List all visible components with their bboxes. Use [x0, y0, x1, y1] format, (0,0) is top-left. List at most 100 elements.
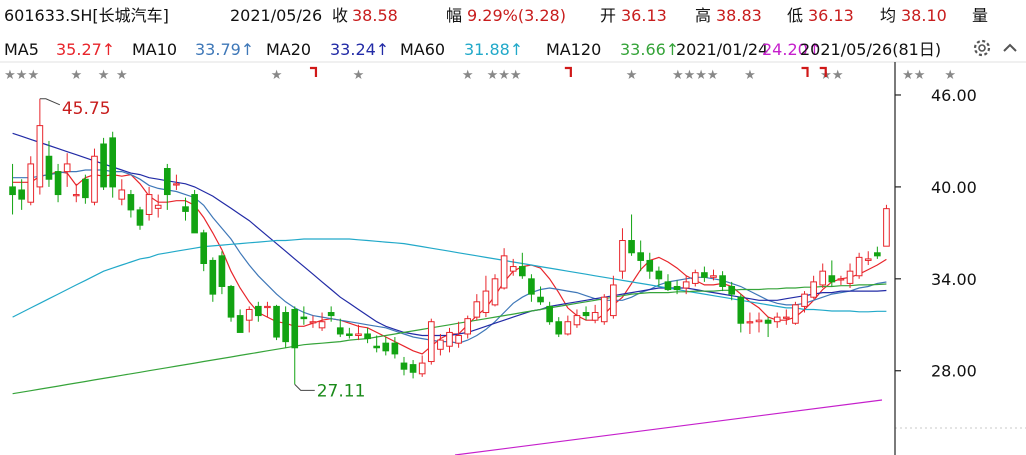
candle-body: [755, 319, 763, 323]
range-text: 2021/05/26(81日): [800, 40, 941, 59]
candle-body: [792, 304, 799, 324]
candle: [883, 204, 890, 247]
candle: [382, 337, 390, 356]
candle: [54, 163, 62, 203]
candle: [191, 189, 198, 234]
candle: [691, 269, 699, 287]
candle: [564, 315, 572, 336]
candle-body: [491, 278, 499, 306]
candle: [555, 317, 563, 338]
candle-body: [482, 290, 490, 314]
gear-icon[interactable]: [973, 39, 991, 57]
candle-body: [701, 272, 708, 278]
low-price-label: 27.11: [317, 381, 366, 401]
candle-body: [346, 333, 353, 337]
candle-body: [327, 312, 335, 317]
candle: [782, 309, 790, 325]
candle: [200, 229, 208, 272]
low-value: 36.13: [808, 6, 854, 25]
candle: [300, 306, 308, 325]
y-tick-label: 40.00: [931, 178, 977, 197]
ma120-label: MA120: [546, 40, 601, 59]
candle-body: [591, 312, 599, 321]
candle: [45, 140, 53, 187]
candle: [245, 306, 253, 333]
candle: [610, 275, 617, 319]
candle: [427, 318, 435, 365]
ma-legend-bar: MA5 35.27↑ MA10 33.79↑ MA20 33.24↑ MA60 …: [4, 39, 1017, 59]
candle: [591, 304, 599, 324]
candle-body: [400, 362, 408, 370]
ma20-label: MA20: [266, 40, 311, 59]
y-tick-label: 34.00: [931, 270, 977, 289]
star-mark: ★: [70, 68, 82, 83]
candle-body: [664, 281, 672, 291]
candle-body: [746, 321, 754, 324]
candle: [282, 306, 289, 348]
avg-value: 38.10: [901, 6, 947, 25]
chevron-up-icon[interactable]: [1003, 43, 1017, 52]
open-value: 36.13: [621, 6, 667, 25]
star-mark: ★★★★: [672, 68, 719, 83]
candle-body: [737, 296, 745, 324]
candle: [846, 263, 854, 289]
candle: [127, 189, 135, 218]
candle-body: [646, 259, 654, 272]
candle: [109, 131, 117, 198]
candle-body: [36, 125, 44, 188]
candle-body: [200, 232, 208, 264]
candle: [755, 312, 763, 333]
ma-line-ma10: [12, 169, 887, 344]
flag-mark: [309, 66, 318, 77]
candle: [100, 137, 107, 190]
candle-body: [546, 305, 553, 323]
star-mark: ★★: [820, 68, 843, 83]
candle-body: [846, 270, 854, 284]
candle-body: [864, 258, 872, 261]
candle-body: [764, 319, 772, 324]
candle: [600, 294, 608, 325]
candle-body: [682, 281, 690, 289]
candle: [82, 174, 89, 204]
high-label: 高: [695, 6, 711, 25]
candle-body: [291, 308, 299, 349]
ma5-value: 35.27↑: [56, 40, 115, 59]
candle-body: [309, 321, 317, 324]
ma20-value: 33.24↑: [330, 40, 389, 59]
candle: [318, 312, 326, 331]
candle: [491, 274, 499, 307]
candle: [819, 263, 827, 289]
candle: [855, 252, 863, 279]
star-mark: ★: [744, 68, 756, 83]
flag-mark: [564, 66, 572, 77]
candle-body: [728, 285, 736, 295]
candle-body: [27, 163, 35, 203]
ma-lines: [12, 132, 887, 455]
candle: [473, 294, 481, 321]
candle: [655, 266, 663, 287]
star-mark: ★★★: [4, 68, 39, 83]
candle: [746, 312, 754, 334]
candle: [273, 304, 280, 341]
candle-body: [18, 189, 25, 200]
stock-chart: 601633.SH[长城汽车] 2021/05/26 收 38.58 幅 9.2…: [0, 6, 1026, 455]
ma60-value: 31.88↑: [464, 40, 523, 59]
candle-body: [446, 331, 453, 347]
candle-body: [837, 278, 845, 281]
candle-body: [127, 194, 135, 211]
volume-label: 量: [972, 6, 988, 25]
ma120-value: 33.66↑: [620, 40, 679, 59]
candle: [63, 153, 71, 187]
flag-mark: [801, 66, 809, 77]
candle: [418, 355, 426, 377]
candle-body: [236, 315, 244, 333]
candle-body: [528, 278, 535, 295]
candle: [400, 356, 408, 376]
candle: [264, 301, 271, 318]
annotation-leader: [39, 98, 61, 106]
candle-body: [336, 327, 344, 335]
candle: [291, 306, 299, 385]
candle: [27, 156, 35, 206]
candle-body: [782, 316, 790, 319]
candle-body: [810, 281, 817, 298]
